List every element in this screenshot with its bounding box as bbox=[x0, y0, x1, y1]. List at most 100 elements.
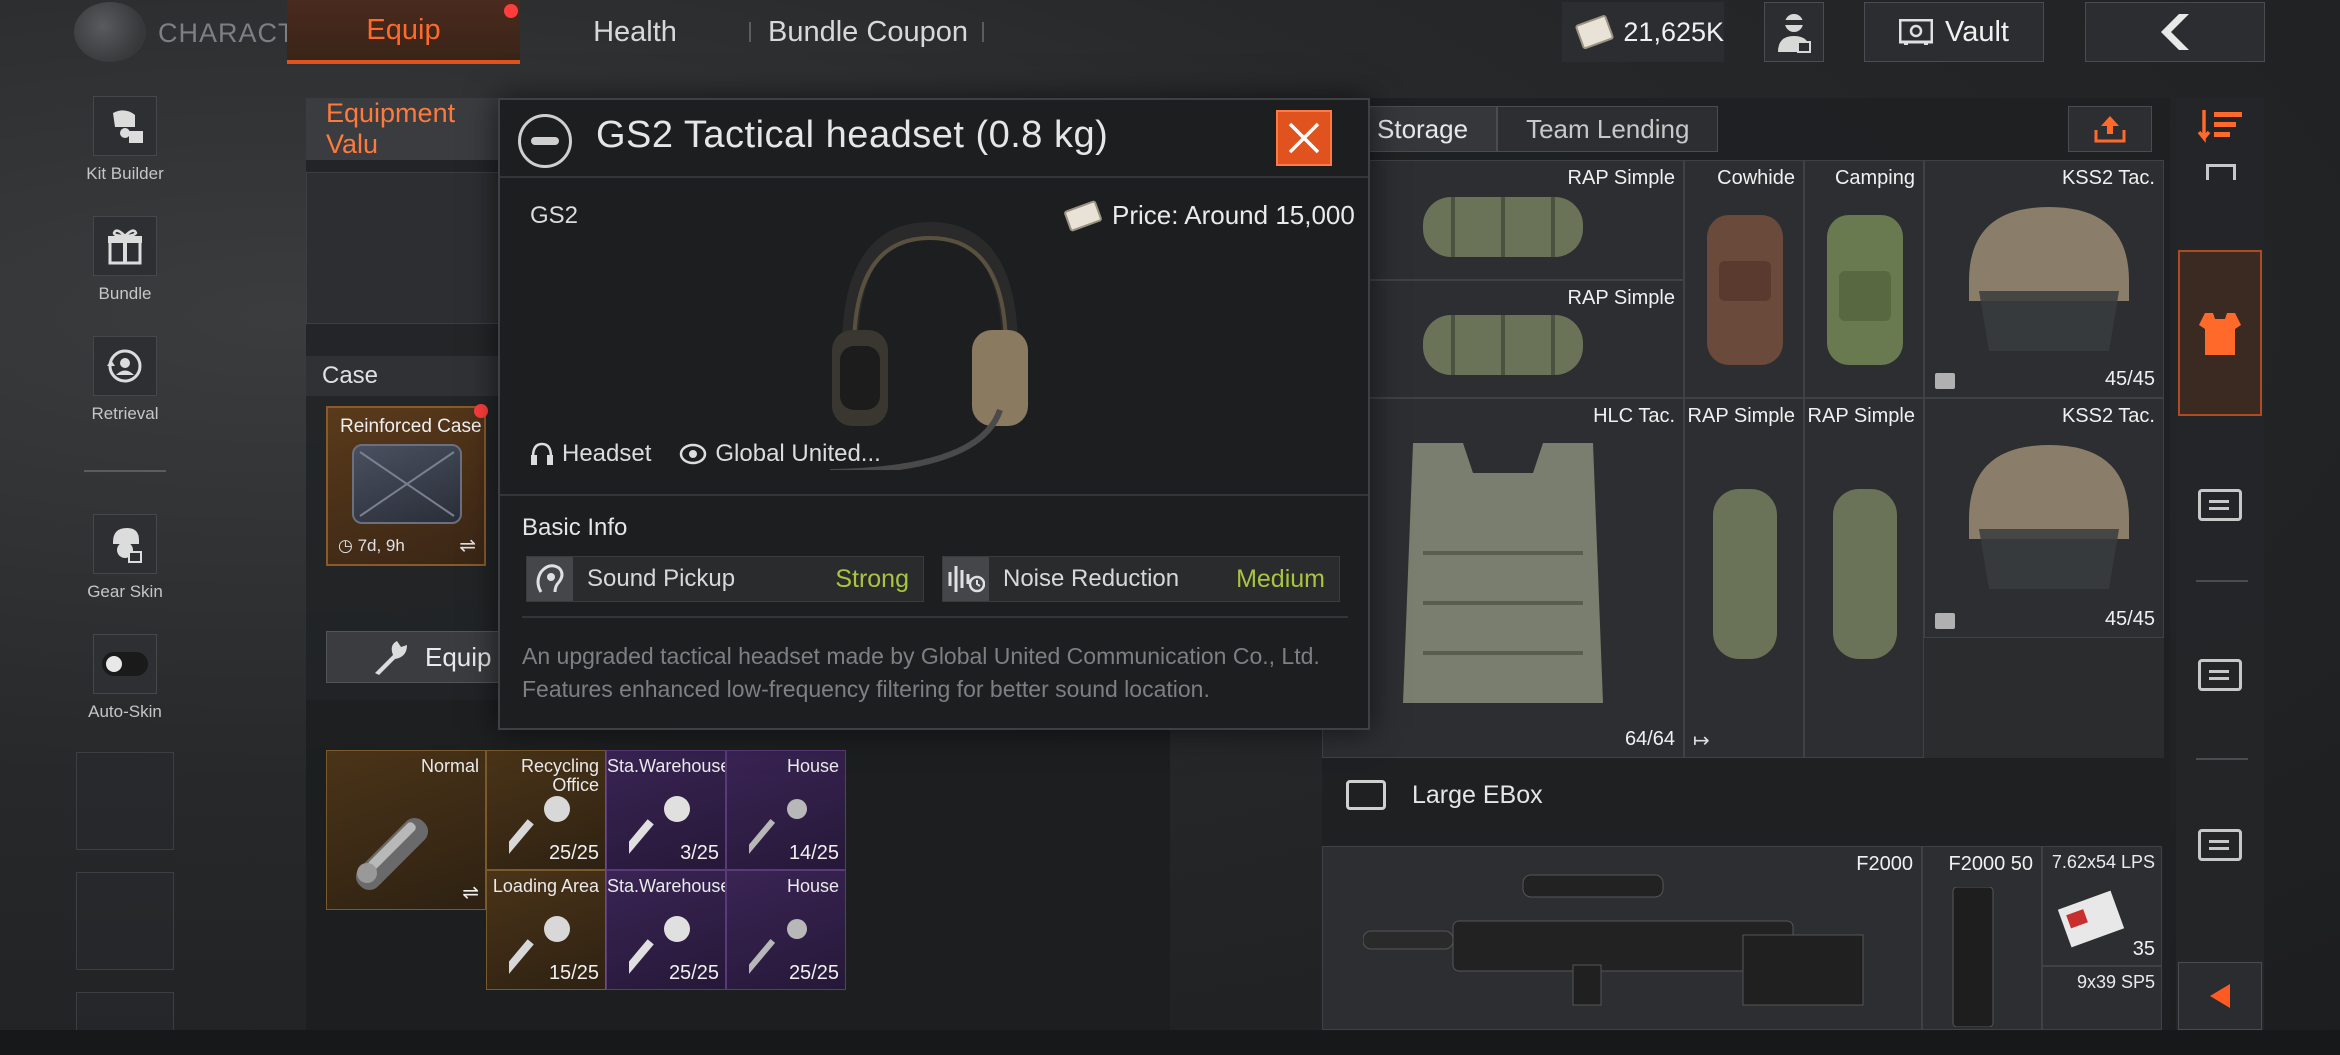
helmet-icon bbox=[1969, 445, 2129, 589]
money-icon bbox=[1574, 14, 1615, 50]
sound-pickup-icon bbox=[527, 557, 573, 601]
auto-skin-toggle[interactable] bbox=[102, 652, 148, 676]
empty-slot[interactable] bbox=[76, 872, 174, 970]
key-count: 3/25 bbox=[680, 842, 719, 864]
currency-display[interactable]: 21,625K bbox=[1562, 2, 1724, 62]
item-count: 64/64 bbox=[1624, 728, 1675, 750]
tag-headset: Headset bbox=[530, 440, 651, 468]
key-item[interactable]: House 25/25 bbox=[726, 870, 846, 990]
key-item[interactable]: Normal ⇌ bbox=[326, 750, 486, 910]
collapse-button[interactable] bbox=[2178, 962, 2262, 1030]
swap-icon[interactable]: ⇌ bbox=[462, 880, 479, 905]
key-label: House bbox=[786, 756, 839, 776]
sidebar-item-gear-skin[interactable]: Gear Skin bbox=[84, 514, 166, 602]
storage-item[interactable]: RAP Simple ↦ bbox=[1684, 398, 1804, 758]
tab-bundle-coupon[interactable]: Bundle Coupon bbox=[760, 0, 976, 64]
case-header: Case bbox=[306, 356, 506, 396]
vest-icon bbox=[2199, 313, 2241, 355]
key-item[interactable]: House 14/25 bbox=[726, 750, 846, 870]
duffel-bag-icon bbox=[1423, 197, 1583, 257]
back-button[interactable] bbox=[2085, 2, 2265, 62]
key-item[interactable]: Sta.Warehouse 3/25 bbox=[606, 750, 726, 870]
item-label: 9x39 SP5 bbox=[2076, 972, 2155, 992]
keyring-icon bbox=[355, 817, 429, 891]
tab-equip[interactable]: Equip bbox=[287, 0, 520, 64]
crate-icon bbox=[1346, 780, 1386, 810]
item-count: 45/45 bbox=[2104, 608, 2155, 630]
modal-divider bbox=[500, 494, 1368, 496]
upload-button[interactable] bbox=[2068, 106, 2152, 152]
storage-item[interactable]: KSS2 Tac. 45/45 bbox=[1924, 160, 2164, 398]
vault-button[interactable]: Vault bbox=[1864, 2, 2044, 62]
tab-health[interactable]: Health bbox=[560, 0, 710, 64]
large-ebox-header[interactable]: Large EBox bbox=[1346, 780, 1543, 810]
key-label: Recycling Office bbox=[520, 756, 599, 795]
sidebar-label: Kit Builder bbox=[86, 164, 164, 183]
vtab-divider bbox=[2196, 758, 2248, 760]
ebox-item[interactable]: 9x39 SP5 bbox=[2042, 966, 2162, 1030]
vault-icon bbox=[1899, 19, 1934, 45]
modal-title: GS2 Tactical headset (0.8 kg) bbox=[596, 114, 1109, 156]
ebox-item[interactable]: F2000 bbox=[1322, 846, 1922, 1030]
sort-icon[interactable] bbox=[2197, 108, 2244, 153]
swap-icon[interactable]: ⇌ bbox=[459, 533, 476, 558]
stat-value: Strong bbox=[835, 564, 909, 593]
storage-item[interactable]: KSS2 Tac. 45/45 bbox=[1924, 398, 2164, 638]
close-button[interactable] bbox=[1276, 110, 1332, 166]
helmet-icon bbox=[1969, 207, 2129, 351]
case-image bbox=[352, 444, 462, 524]
case-title: Reinforced Case bbox=[340, 416, 482, 437]
key-count: 25/25 bbox=[668, 962, 719, 984]
key-item[interactable]: Sta.Warehouse 25/25 bbox=[606, 870, 726, 990]
storage-item[interactable]: HLC Tac. 64/64 bbox=[1322, 398, 1684, 758]
agent-button[interactable] bbox=[1764, 2, 1824, 62]
exit-icon: ↦ bbox=[1693, 730, 1710, 752]
ammo-box-icon bbox=[2057, 890, 2125, 948]
item-label: HLC Tac. bbox=[1593, 405, 1675, 427]
storage-item[interactable]: Camping bbox=[1804, 160, 1924, 398]
storage-item[interactable]: RAP Simple bbox=[1322, 280, 1684, 398]
stat-value: Medium bbox=[1236, 564, 1325, 593]
sidebar-item-bundle[interactable]: Bundle bbox=[84, 216, 166, 304]
sidebar-item-kit-builder[interactable]: Kit Builder bbox=[84, 96, 166, 184]
vault-label: Vault bbox=[1945, 15, 2009, 48]
equip-button[interactable]: Equip bbox=[326, 631, 506, 683]
item-detail-modal: GS2 Tactical headset (0.8 kg) GS2 Price:… bbox=[498, 98, 1370, 730]
ebox-item[interactable]: 7.62x54 LPS 35 bbox=[2042, 846, 2162, 966]
sidebar-label: Bundle bbox=[98, 284, 152, 303]
top-bar: CHARACTER Equip Health Bundle Coupon 21,… bbox=[0, 0, 2340, 70]
gear-skin-icon bbox=[93, 514, 157, 574]
key-count: 14/25 bbox=[788, 842, 839, 864]
crate-icon bbox=[2198, 829, 2242, 861]
sidebar-label: Auto-Skin bbox=[88, 702, 162, 721]
reinforced-case-card[interactable]: Reinforced Case ◷ 7d, 9h ⇌ bbox=[326, 404, 488, 566]
case-time-text: 7d, 9h bbox=[357, 536, 405, 555]
empty-slot[interactable] bbox=[76, 752, 174, 850]
sidebar-item-auto-skin[interactable]: Auto-Skin bbox=[84, 634, 166, 722]
storage-item[interactable]: RAP Simple bbox=[1804, 398, 1924, 758]
vtab-equipment[interactable] bbox=[2178, 250, 2262, 416]
storage-item[interactable]: Cowhide bbox=[1684, 160, 1804, 398]
vtab-container-1[interactable] bbox=[2178, 450, 2262, 560]
crate-icon bbox=[2198, 659, 2242, 691]
storage-item[interactable]: RAP Simple bbox=[1322, 160, 1684, 280]
ebox-item[interactable]: F2000 50 bbox=[1922, 846, 2042, 1030]
vtab-container-2[interactable] bbox=[2178, 620, 2262, 730]
key-item[interactable]: Recycling Office 25/25 bbox=[486, 750, 606, 870]
caret-left-icon bbox=[2210, 984, 2230, 1008]
toggle-icon[interactable] bbox=[93, 634, 157, 694]
tab-team-lending-label: Team Lending bbox=[1526, 113, 1690, 144]
kit-builder-icon bbox=[93, 96, 157, 156]
sidebar-item-retrieval[interactable]: Retrieval bbox=[84, 336, 166, 424]
item-description: An upgraded tactical headset made by Glo… bbox=[522, 640, 1348, 705]
vtab-container-3[interactable] bbox=[2178, 790, 2262, 900]
chevron-left-icon bbox=[2161, 14, 2189, 50]
tab-team-lending[interactable]: Team Lending bbox=[1497, 106, 1719, 152]
empty-slot[interactable] bbox=[76, 992, 174, 1032]
noise-reduction-icon bbox=[943, 557, 989, 601]
equip-button-label: Equip bbox=[425, 641, 492, 672]
key-item[interactable]: Loading Area 15/25 bbox=[486, 870, 606, 990]
wrench-icon bbox=[375, 641, 407, 675]
tag-manufacturer: Global United... bbox=[679, 440, 881, 468]
crate-small-icon bbox=[1935, 613, 1955, 629]
